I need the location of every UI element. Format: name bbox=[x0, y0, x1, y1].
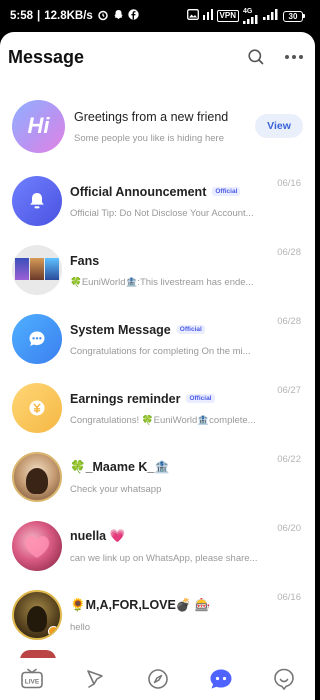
live-tab-label: LIVE bbox=[24, 679, 39, 686]
profile-icon bbox=[273, 668, 294, 691]
tab-live[interactable]: LIVE bbox=[12, 661, 52, 697]
message-bubble-icon bbox=[210, 669, 231, 689]
photo-icon bbox=[186, 9, 199, 23]
vpn-indicator: VPN bbox=[216, 10, 239, 22]
signal-bars-2-icon bbox=[263, 9, 279, 23]
row-subtitle: hello bbox=[70, 621, 91, 633]
user-avatar bbox=[12, 589, 62, 640]
facebook-icon bbox=[128, 9, 139, 23]
battery-indicator: 30 bbox=[283, 10, 305, 22]
search-icon[interactable] bbox=[243, 44, 269, 70]
message-screen: Message Hi Greetings from a new friend S… bbox=[0, 32, 315, 700]
row-title: Official Announcement bbox=[70, 184, 207, 199]
row-title: Fans bbox=[70, 253, 100, 268]
header: Message bbox=[0, 32, 315, 82]
row-title: 🌻M,A,FOR,LOVE💣 🎰 bbox=[70, 598, 211, 612]
live-tv-icon: LIVE bbox=[20, 668, 43, 689]
greeting-avatar-text: Hi bbox=[27, 113, 50, 138]
row-subtitle: Official Tip: Do Not Disclose Your Accou… bbox=[70, 207, 254, 219]
official-badge: Official bbox=[186, 394, 215, 403]
tab-discover[interactable] bbox=[138, 661, 178, 697]
row-title: 🍀_Maame K_🏦 bbox=[70, 460, 170, 474]
compass-icon bbox=[147, 669, 168, 689]
official-badge: Official bbox=[212, 187, 241, 196]
list-item-fans[interactable]: Fans 🍀EuniWorld🏦:This livestream has end… bbox=[0, 235, 315, 304]
row-date: 06/28 bbox=[277, 247, 301, 258]
user-avatar bbox=[12, 520, 62, 571]
row-subtitle: Congratulations for completing On the mi… bbox=[70, 345, 251, 357]
alarm-icon bbox=[97, 9, 109, 24]
row-subtitle: Congratulations! 🍀EuniWorld🏦complete... bbox=[70, 414, 256, 426]
tab-profile[interactable] bbox=[264, 661, 304, 697]
row-title: Earnings reminder bbox=[70, 391, 181, 406]
greeting-avatar: Hi bbox=[12, 99, 65, 153]
cell-signal-1: 4G bbox=[243, 8, 259, 24]
chat-bubble-icon bbox=[12, 313, 62, 364]
greeting-title: Greetings from a new friend bbox=[74, 110, 229, 124]
list-item-ma-for-love[interactable]: 🌻M,A,FOR,LOVE💣 🎰 hello 06/16 bbox=[0, 580, 315, 649]
sword-icon bbox=[86, 670, 103, 688]
row-subtitle: Check your whatsapp bbox=[70, 483, 162, 495]
row-date: 06/28 bbox=[277, 316, 301, 327]
network-type: 4G bbox=[243, 8, 253, 15]
more-icon[interactable] bbox=[281, 44, 307, 70]
view-button[interactable]: View bbox=[255, 114, 303, 138]
list-item-system-message[interactable]: System Message Official Congratulations … bbox=[0, 304, 315, 373]
page-title: Message bbox=[8, 46, 85, 67]
battery-level: 30 bbox=[283, 10, 303, 22]
row-subtitle: 🍀EuniWorld🏦:This livestream has ende... bbox=[70, 276, 254, 288]
official-badge: Official bbox=[176, 325, 205, 334]
greeting-row[interactable]: Hi Greetings from a new friend Some peop… bbox=[0, 86, 315, 166]
list-item-earnings-reminder[interactable]: Earnings reminder Official Congratulatio… bbox=[0, 373, 315, 442]
greeting-subtitle: Some people you like is hiding here bbox=[74, 133, 224, 144]
row-date: 06/22 bbox=[277, 454, 301, 465]
row-subtitle: can we link up on WhatsApp, please share… bbox=[70, 552, 258, 564]
row-title: System Message bbox=[70, 322, 171, 337]
row-date: 06/16 bbox=[277, 592, 301, 603]
status-time: 5:58 bbox=[10, 10, 34, 22]
status-bar: 5:58 | 12.8KB/s VPN 4G 30 bbox=[0, 0, 315, 32]
list-item-maame-k[interactable]: 🍀_Maame K_🏦 Check your whatsapp 06/22 bbox=[0, 442, 315, 511]
row-date: 06/20 bbox=[277, 523, 301, 534]
network-signal-icon bbox=[202, 9, 213, 23]
status-separator: | bbox=[37, 10, 41, 22]
row-title: nuella 💗 bbox=[70, 529, 126, 543]
row-date: 06/16 bbox=[277, 178, 301, 189]
tab-messages[interactable] bbox=[201, 661, 241, 697]
row-date: 06/27 bbox=[277, 385, 301, 396]
coin-icon bbox=[12, 382, 62, 433]
list-item-official-announcement[interactable]: Official Announcement Official Official … bbox=[0, 166, 315, 235]
status-speed: 12.8KB/s bbox=[44, 10, 93, 22]
bell-icon bbox=[12, 175, 62, 226]
bottom-tab-bar: LIVE bbox=[0, 658, 315, 700]
snapchat-icon bbox=[113, 9, 124, 23]
fans-collage bbox=[12, 244, 62, 295]
message-list: Hi Greetings from a new friend Some peop… bbox=[0, 86, 315, 649]
signal-bars-icon bbox=[243, 15, 258, 24]
list-item-nuella[interactable]: nuella 💗 can we link up on WhatsApp, ple… bbox=[0, 511, 315, 580]
tab-explore[interactable] bbox=[75, 661, 115, 697]
user-avatar bbox=[12, 451, 62, 502]
